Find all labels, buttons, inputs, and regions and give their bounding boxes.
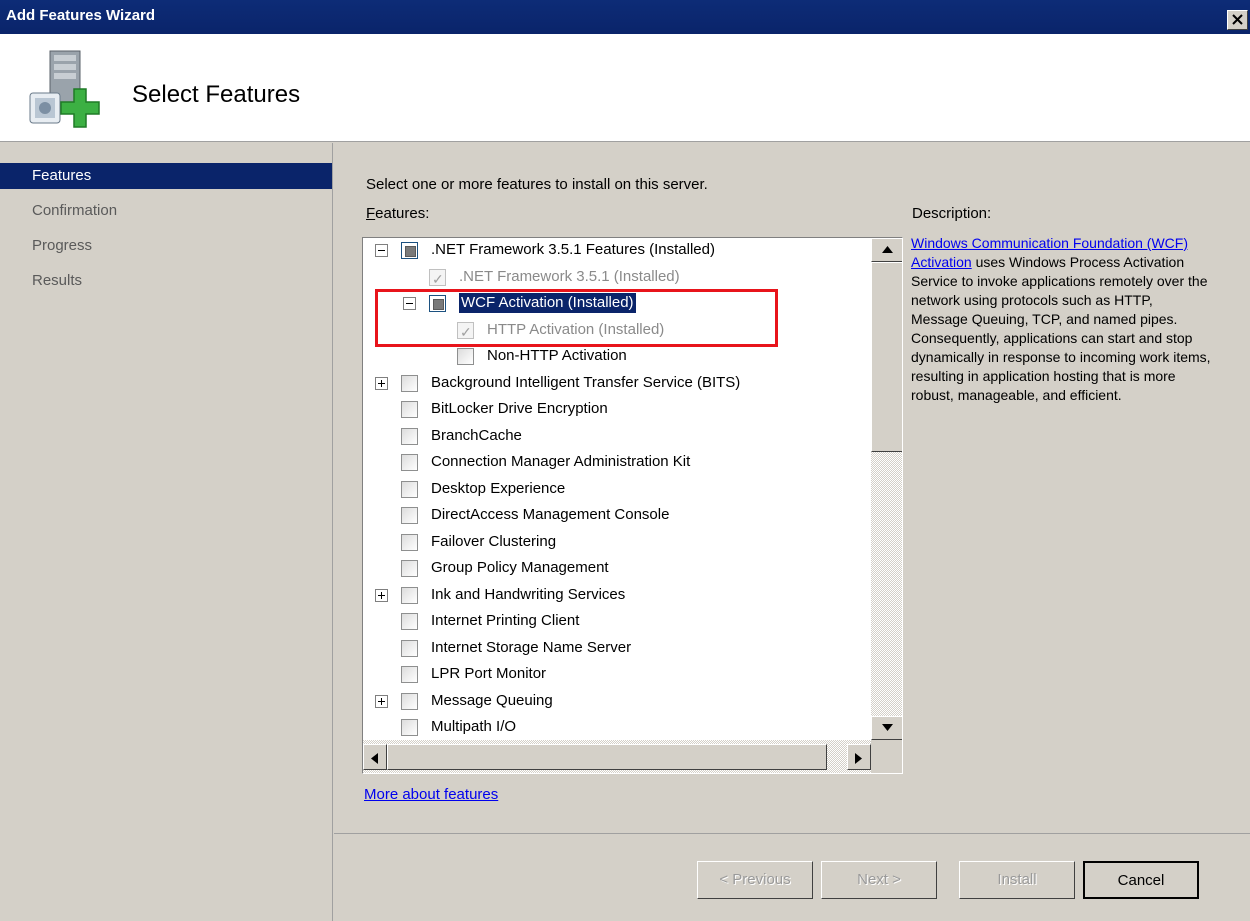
horizontal-scrollbar[interactable] — [363, 740, 871, 773]
feature-checkbox[interactable] — [401, 401, 418, 418]
tree-item[interactable]: BitLocker Drive Encryption — [363, 396, 871, 422]
previous-button[interactable]: < Previous — [697, 861, 813, 899]
features-label-rest: eatures: — [375, 205, 430, 222]
description-text: Windows Communication Foundation (WCF) A… — [911, 234, 1211, 405]
tree-item[interactable]: Message Queuing — [363, 688, 871, 714]
feature-checkbox[interactable] — [401, 480, 418, 498]
tree-item[interactable]: Internet Printing Client — [363, 608, 871, 634]
page-title: Select Features — [132, 81, 301, 108]
wcf-highlight-box — [375, 289, 778, 347]
feature-checkbox[interactable] — [401, 242, 418, 259]
feature-checkbox[interactable] — [401, 507, 418, 524]
feature-checkbox[interactable] — [457, 348, 474, 365]
scroll-down-button[interactable] — [871, 716, 902, 740]
feature-label: Multipath I/O — [431, 718, 517, 735]
feature-checkbox[interactable] — [401, 692, 418, 710]
tree-item[interactable]: Failover Clustering — [363, 529, 871, 555]
scroll-right-button[interactable] — [847, 744, 871, 770]
wizard-nav: Features Confirmation Progress Results — [0, 143, 333, 921]
tree-item[interactable]: .NET Framework 3.5.1 (Installed) — [363, 264, 871, 292]
close-icon — [1232, 14, 1243, 25]
install-button[interactable]: Install — [959, 861, 1075, 899]
scroll-up-icon — [882, 246, 893, 253]
scroll-right-icon — [855, 753, 862, 764]
collapse-icon[interactable] — [375, 244, 388, 257]
feature-checkbox[interactable] — [401, 586, 418, 604]
tree-item[interactable]: Connection Manager Administration Kit — [363, 449, 871, 475]
feature-checkbox[interactable] — [401, 374, 418, 392]
title-bar: Add Features Wizard — [0, 0, 1250, 34]
tree-item[interactable]: BranchCache — [363, 423, 871, 449]
next-button[interactable]: Next > — [821, 861, 937, 899]
close-button[interactable] — [1227, 10, 1248, 30]
feature-checkbox[interactable] — [401, 560, 418, 577]
nav-item-results[interactable]: Results — [0, 268, 332, 294]
tree-item[interactable]: Group Policy Management — [363, 555, 871, 581]
wizard-footer: < Previous Next > Install Cancel — [334, 833, 1250, 921]
tree-item[interactable]: LPR Port Monitor — [363, 661, 871, 687]
cancel-button[interactable]: Cancel — [1083, 861, 1199, 899]
vertical-scroll-thumb[interactable] — [871, 262, 902, 452]
window-title: Add Features Wizard — [6, 7, 156, 24]
expand-icon[interactable] — [375, 588, 388, 602]
main-content: Select one or more features to install o… — [334, 143, 1250, 833]
feature-label: Desktop Experience — [431, 479, 566, 497]
feature-label: Group Policy Management — [431, 559, 609, 576]
nav-item-progress[interactable]: Progress — [0, 233, 332, 259]
scroll-left-button[interactable] — [363, 744, 387, 770]
instruction-text: Select one or more features to install o… — [366, 176, 708, 193]
scroll-left-icon — [371, 753, 378, 764]
description-label: Description: — [912, 205, 992, 222]
tree-item[interactable]: Multipath I/O — [363, 714, 871, 740]
tree-item[interactable]: .NET Framework 3.5.1 Features (Installed… — [363, 238, 871, 263]
feature-checkbox[interactable] — [401, 666, 418, 683]
feature-label: Connection Manager Administration Kit — [431, 453, 691, 470]
features-label-accesskey: F — [366, 205, 376, 222]
feature-checkbox[interactable] — [401, 427, 418, 445]
nav-item-confirmation[interactable]: Confirmation — [0, 198, 332, 224]
scroll-up-button[interactable] — [871, 238, 902, 262]
vertical-scrollbar[interactable] — [871, 238, 902, 740]
feature-label: Internet Printing Client — [431, 612, 580, 629]
feature-label: Failover Clustering — [431, 532, 557, 550]
nav-item-features[interactable]: Features — [0, 163, 332, 189]
feature-checkbox[interactable] — [401, 719, 418, 736]
more-about-features-link[interactable]: More about features — [364, 786, 498, 803]
server-add-feature-icon — [29, 50, 100, 128]
expand-icon[interactable] — [375, 376, 388, 390]
feature-checkbox[interactable] — [401, 454, 418, 471]
feature-label: Message Queuing — [431, 691, 553, 709]
feature-label: BitLocker Drive Encryption — [431, 400, 608, 417]
tree-item[interactable]: DirectAccess Management Console — [363, 502, 871, 528]
feature-checkbox[interactable] — [401, 639, 418, 657]
description-body: uses Windows Process Activation Service … — [911, 254, 1211, 403]
feature-label: Internet Storage Name Server — [431, 638, 632, 656]
tree-item[interactable]: Desktop Experience — [363, 476, 871, 502]
feature-label: Ink and Handwriting Services — [431, 585, 626, 603]
feature-label: .NET Framework 3.5.1 Features (Installed… — [431, 241, 715, 258]
feature-label: Background Intelligent Transfer Service … — [431, 373, 741, 391]
scrollbar-corner — [871, 740, 902, 773]
feature-checkbox[interactable] — [429, 266, 446, 292]
feature-label: BranchCache — [431, 426, 522, 444]
tree-item[interactable]: Background Intelligent Transfer Service … — [363, 370, 871, 396]
expand-icon[interactable] — [375, 694, 388, 708]
tree-item[interactable]: Ink and Handwriting Services — [363, 582, 871, 608]
feature-label: LPR Port Monitor — [431, 665, 547, 682]
features-label: Features: — [366, 205, 429, 222]
tree-item[interactable]: Internet Storage Name Server — [363, 635, 871, 661]
horizontal-scroll-thumb[interactable] — [387, 744, 827, 770]
feature-label: .NET Framework 3.5.1 (Installed) — [459, 267, 680, 285]
scroll-down-icon — [882, 724, 893, 731]
feature-label: DirectAccess Management Console — [431, 506, 670, 523]
wizard-header: Select Features — [0, 34, 1250, 142]
feature-checkbox[interactable] — [401, 613, 418, 630]
feature-checkbox[interactable] — [401, 533, 418, 551]
